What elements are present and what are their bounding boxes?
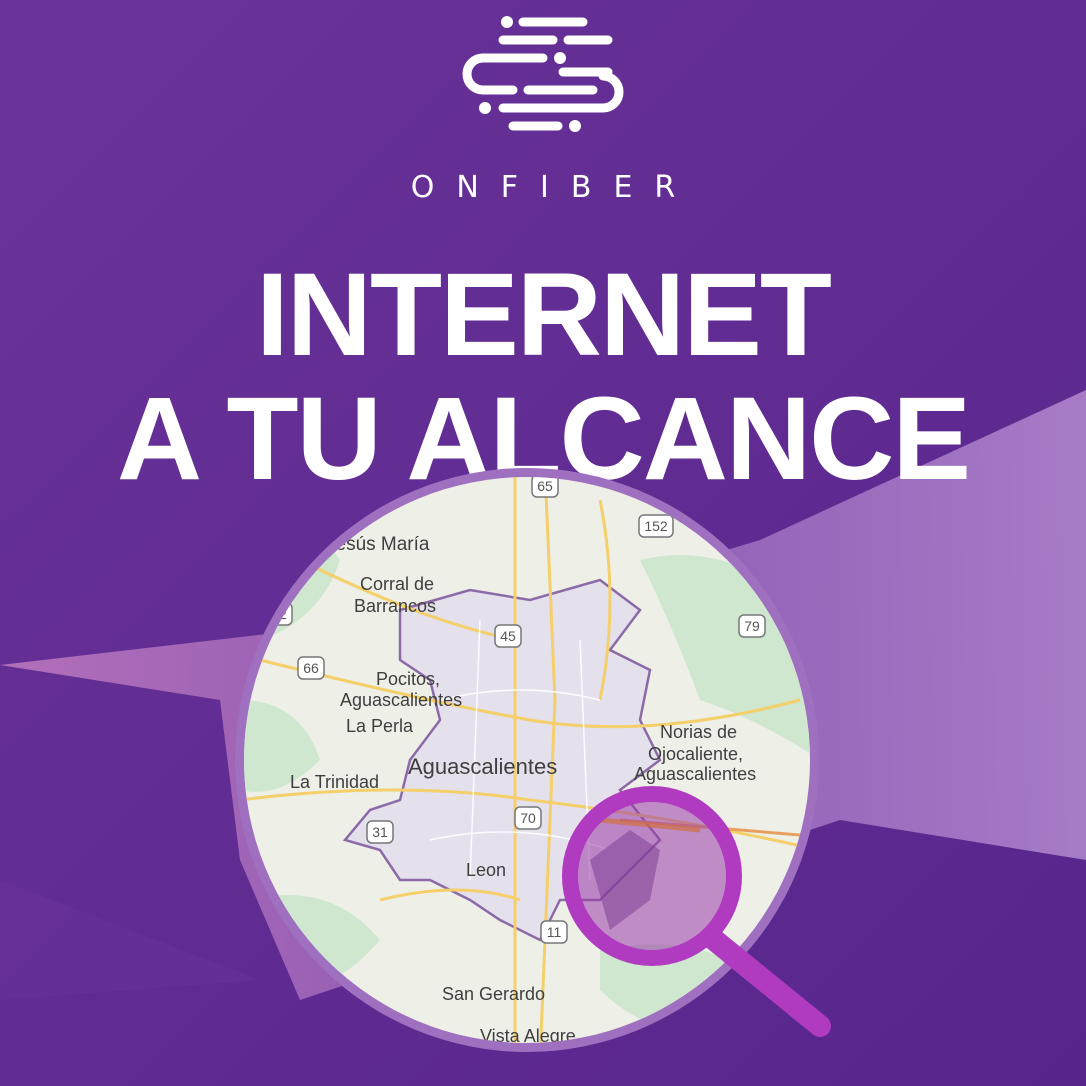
highway-shield-11: 11	[540, 920, 568, 944]
place-corral-1: Corral de	[360, 574, 434, 594]
place-norias-2: Ojocaliente,	[648, 744, 743, 764]
place-corral-2: Barrancos	[354, 596, 436, 616]
svg-text:66: 66	[303, 660, 319, 676]
svg-text:31: 31	[372, 824, 388, 840]
place-san-gerardo: San Gerardo	[442, 984, 545, 1004]
place-aguascalientes: Aguascalientes	[408, 754, 557, 779]
highway-shield-31: 31	[366, 820, 394, 844]
place-norias-3: Aguascalientes	[634, 764, 756, 784]
highway-shield-79: 79	[738, 614, 766, 638]
place-pocitos-1: Pocitos,	[376, 669, 440, 689]
svg-text:152: 152	[644, 518, 668, 534]
svg-text:79: 79	[744, 618, 760, 634]
place-pocitos-2: Aguascalientes	[340, 690, 462, 710]
place-la-perla: La Perla	[346, 716, 414, 736]
svg-text:11: 11	[547, 924, 562, 940]
svg-text:70: 70	[520, 810, 536, 826]
highway-shield-45: 45	[494, 624, 522, 648]
svg-text:45: 45	[500, 628, 516, 644]
svg-text:65: 65	[537, 478, 553, 494]
coverage-map: Jesús María Corral de Barrancos Pocitos,…	[235, 468, 831, 1052]
highway-shield-66: 66	[297, 656, 325, 680]
place-la-trinidad: La Trinidad	[290, 772, 379, 792]
poster: ONFIBER INTERNET A TU ALCANCE Jesús Marí…	[0, 0, 1086, 1086]
highway-shield-70: 70	[514, 806, 542, 830]
place-leon: Leon	[466, 860, 506, 880]
place-norias-1: Norias de	[660, 722, 737, 742]
highway-shield-152: 152	[638, 514, 674, 538]
